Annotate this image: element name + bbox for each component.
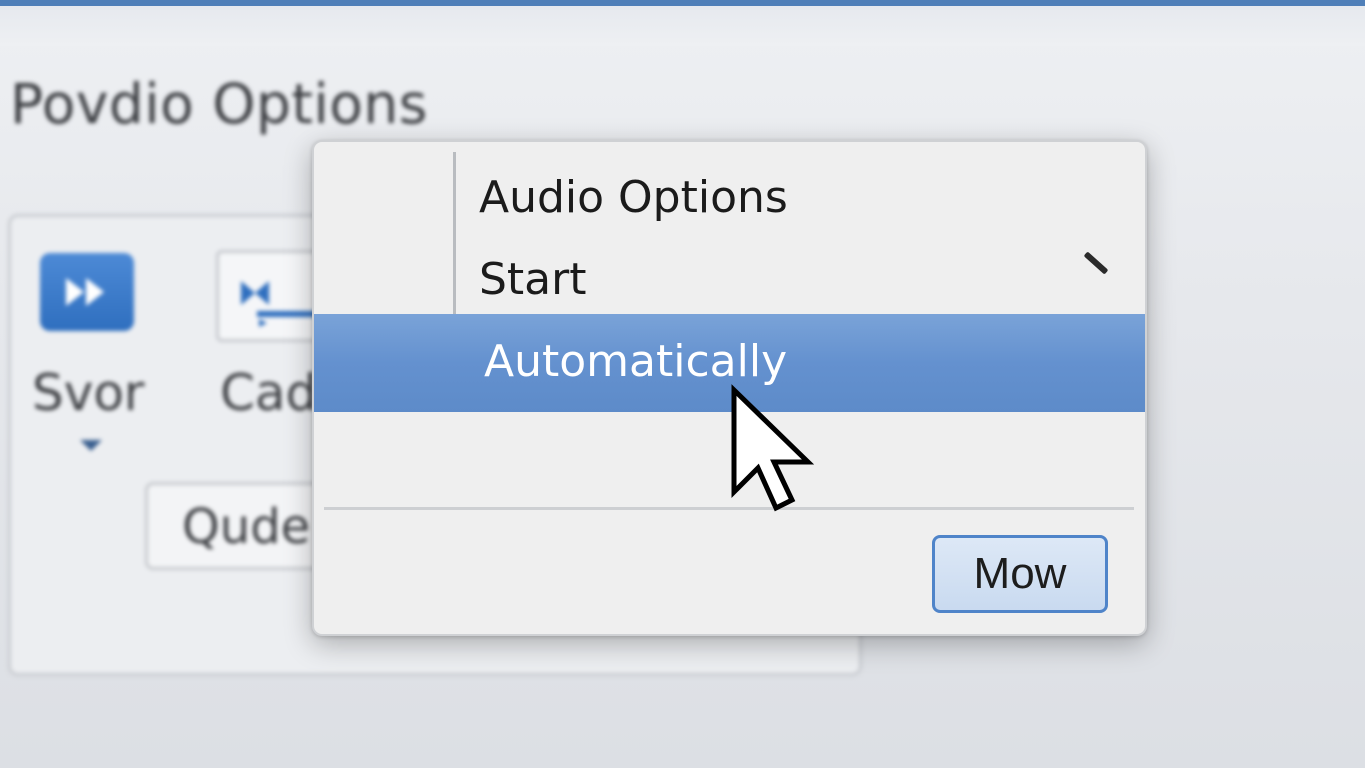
background-window-title: Povdio Options bbox=[10, 72, 428, 136]
media-icon[interactable] bbox=[216, 250, 326, 342]
fast-forward-icon[interactable] bbox=[40, 253, 134, 331]
chevron-down-icon[interactable] bbox=[80, 440, 102, 451]
tool-label-svor[interactable]: Svor bbox=[32, 364, 144, 422]
menu-item-start[interactable]: Start bbox=[479, 254, 587, 305]
tool-label-cad[interactable]: Cad bbox=[220, 364, 317, 422]
menu-item-automatically-label: Automatically bbox=[484, 336, 788, 387]
fast-forward-glyph bbox=[66, 278, 104, 306]
media-glyph bbox=[241, 281, 317, 327]
confirm-button[interactable]: Mow bbox=[932, 535, 1108, 613]
mouse-pointer-icon bbox=[731, 384, 815, 512]
submenu-indicator-icon bbox=[1083, 251, 1109, 275]
menu-heading: Audio Options bbox=[479, 172, 788, 223]
